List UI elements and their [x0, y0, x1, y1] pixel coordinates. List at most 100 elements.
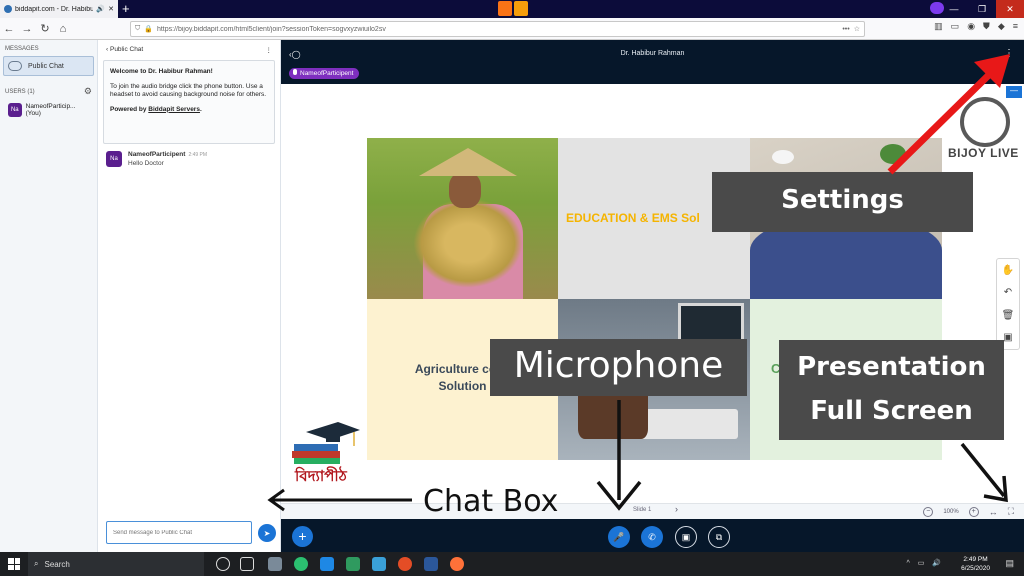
chat-back-button[interactable]: ‹ Public Chat [106, 46, 143, 54]
zoom-level: 100% [943, 508, 959, 515]
site-favicon-icon [4, 5, 12, 13]
shield-icon[interactable]: ⛉ [135, 25, 140, 33]
taskbar-clock[interactable]: 2:49 PM 6/25/2020 [961, 555, 990, 573]
task-view-icon[interactable] [240, 557, 254, 571]
clock-time: 2:49 PM [963, 556, 988, 563]
next-slide-icon[interactable]: › [675, 504, 678, 514]
biddyapith-logo-text: বিদ্যাপীঠ [295, 467, 347, 485]
minimize-icon[interactable]: — [940, 0, 968, 18]
browser-navbar: ← → ↻ ⌂ ⛉ 🔒 https://bijoy.biddapit.com/h… [0, 18, 1024, 40]
users-section-label: USERS (1) [5, 88, 35, 95]
actions-plus-button[interactable]: + [292, 526, 313, 547]
vscode-icon[interactable] [320, 557, 334, 571]
microphone-button[interactable]: 🎤 [608, 526, 630, 548]
forward-arrow-icon[interactable]: → [18, 23, 36, 35]
fit-width-icon[interactable]: ↔ [989, 507, 998, 517]
address-bar[interactable]: ⛉ 🔒 https://bijoy.biddapit.com/html5clie… [130, 21, 865, 37]
message-time: 2:49 PM [188, 152, 208, 158]
search-icon: ⌕ [34, 559, 39, 568]
audio-phone-button[interactable]: ✆ [641, 526, 663, 548]
farmer-image [367, 138, 558, 299]
chat-message: Na NameofParticipent 2:49 PM Hello Doctor [98, 144, 280, 174]
notification-icon[interactable]: ▤ [1005, 558, 1014, 569]
public-chat-panel: ‹ Public Chat ⋮ Welcome to Dr. Habibur R… [98, 40, 281, 552]
powered-by: Powered by Biddapit Servers. [110, 105, 202, 113]
home-icon[interactable]: ⌂ [54, 23, 72, 35]
talking-participant-badge: NameofParticipent [289, 68, 360, 79]
search-label: Search [44, 559, 70, 569]
app-icon-2[interactable] [294, 557, 308, 571]
fullscreen-annotation: Presentation Full Screen [779, 340, 1004, 440]
taskbar-search[interactable]: ⌕ Search [28, 552, 204, 576]
slide-controls: Slide 1 › − 100% + ↔ ⛶ [281, 503, 1024, 519]
undo-icon[interactable]: ↶ [1004, 287, 1012, 298]
back-arrow-icon[interactable]: ← [0, 23, 18, 35]
browser-tabbar: biddapit.com - Dr. Habibur 🔊 ✕ + — ❐ ✕ [0, 0, 1024, 18]
users-settings-gear-icon[interactable]: ⚙ [84, 86, 92, 97]
firefox-icon[interactable] [450, 557, 464, 571]
maximize-icon[interactable]: ❐ [968, 0, 996, 18]
app-icon-1[interactable] [268, 557, 282, 571]
chat-bubble-icon [8, 61, 22, 71]
fullscreen-icon[interactable]: ⛶ [1008, 506, 1014, 517]
cortana-icon[interactable] [216, 557, 230, 571]
window-controls: — ❐ ✕ [940, 0, 1024, 18]
webcam-button[interactable]: ▣ [675, 526, 697, 548]
bookmark-star-icon[interactable]: ☆ [854, 25, 860, 33]
download-extension-icon[interactable] [514, 1, 528, 16]
firefox-extension-icon[interactable] [498, 1, 512, 16]
extension-icon[interactable]: ◆ [998, 21, 1005, 32]
app-icon-4[interactable] [372, 557, 386, 571]
slide-selector[interactable]: Slide 1 [633, 507, 651, 513]
new-tab-button[interactable]: + [122, 1, 130, 16]
users-section-header: USERS (1) ⚙ [0, 76, 97, 101]
lock-icon[interactable]: 🔒 [144, 25, 153, 33]
presentation-header: ‹◯ Dr. Habibur Rahman NameofParticipent … [281, 40, 1024, 84]
page-actions-icon[interactable]: ••• [842, 26, 849, 33]
zoom-in-icon[interactable]: + [968, 506, 979, 517]
menu-hamburger-icon[interactable]: ≡ [1013, 21, 1018, 32]
settings-kebab-icon[interactable]: ⋮ [1004, 48, 1014, 59]
trash-icon[interactable]: 🗑 [1002, 310, 1015, 321]
screenshare-button[interactable]: ⧉ [708, 526, 730, 548]
public-chat-item[interactable]: Public Chat [3, 56, 94, 76]
app-icon-3[interactable] [346, 557, 360, 571]
user-list-item[interactable]: Na NameofParticip...(You) [0, 101, 97, 119]
browser-tab[interactable]: biddapit.com - Dr. Habibur 🔊 ✕ [0, 0, 118, 18]
zoom-controls: − 100% + ↔ ⛶ [923, 506, 1014, 517]
windows-start-icon[interactable] [8, 558, 20, 570]
message-text: Hello Doctor [128, 160, 164, 167]
adblock-icon[interactable]: ⛊ [983, 21, 990, 32]
chat-header: ‹ Public Chat ⋮ [98, 40, 280, 60]
chrome-icon[interactable] [398, 557, 412, 571]
window-close-icon[interactable]: ✕ [996, 0, 1024, 18]
minimize-presentation-button[interactable]: — [1006, 86, 1022, 98]
avatar: Na [8, 103, 22, 117]
account-icon[interactable]: ◉ [967, 21, 975, 32]
welcome-message-box: Welcome to Dr. Habibur Rahman! To join t… [103, 60, 275, 144]
hand-tool-icon[interactable]: ✋ [1002, 265, 1014, 276]
multi-user-icon[interactable]: ▣ [1003, 332, 1012, 343]
send-message-button[interactable]: ➤ [258, 524, 276, 542]
meeting-title: Dr. Habibur Rahman [620, 50, 685, 57]
library-icon[interactable]: ▥ [934, 21, 943, 32]
welcome-title: Welcome to Dr. Habibur Rahman! [110, 68, 213, 75]
sidebar-toggle-icon[interactable]: ▭ [951, 21, 960, 32]
browser-toolbar-right: ▥ ▭ ◉ ⛊ ◆ ≡ [934, 21, 1018, 32]
tab-close-icon[interactable]: ✕ [108, 5, 114, 13]
reload-icon[interactable]: ↻ [36, 22, 54, 35]
zoom-out-icon[interactable]: − [923, 506, 934, 517]
word-icon[interactable] [424, 557, 438, 571]
user-name: NameofParticip...(You) [25, 103, 76, 117]
windows-taskbar: ⌕ Search ^ ▭ 🔊 2:49 PM 6/25/2020 ▤ [0, 552, 1024, 576]
speaker-icon[interactable]: 🔊 [96, 5, 105, 13]
chat-title: Public Chat [109, 46, 144, 53]
chat-message-input[interactable] [106, 521, 252, 544]
system-tray-icons[interactable]: ^ ▭ 🔊 [906, 559, 944, 567]
chat-options-kebab-icon[interactable]: ⋮ [266, 46, 273, 54]
message-sender: NameofParticipent [128, 151, 186, 158]
url-text[interactable]: https://bijoy.biddapit.com/html5client/j… [157, 26, 838, 33]
powered-by-link[interactable]: Biddapit Servers [148, 106, 200, 113]
bijoy-live-brand: BIJOY LIVE [948, 146, 1019, 160]
settings-annotation: Settings [712, 172, 973, 232]
